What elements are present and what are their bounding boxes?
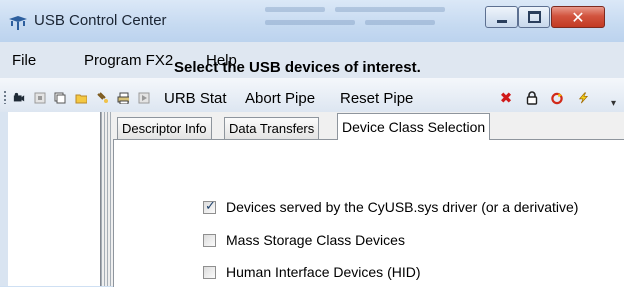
tab-descriptor-info[interactable]: Descriptor Info (117, 117, 212, 139)
device-tree-pane[interactable] (8, 112, 101, 286)
background-window-ghost (255, 0, 455, 40)
tab-device-class-selection[interactable]: Device Class Selection (337, 113, 491, 140)
urb-stat-button[interactable]: URB Stat (164, 90, 227, 107)
lightning-icon[interactable] (577, 92, 589, 104)
menu-program-fx2[interactable]: Program FX2 (84, 52, 173, 69)
close-button[interactable]: ✕ (551, 6, 605, 28)
minimize-button[interactable] (485, 6, 518, 28)
reset-pipe-button[interactable]: Reset Pipe (340, 90, 413, 107)
close-icon: ✕ (571, 7, 585, 27)
lock-icon[interactable] (526, 91, 538, 105)
camera-icon[interactable] (13, 92, 25, 104)
maximize-icon (527, 11, 541, 23)
copy-icon[interactable] (54, 92, 66, 104)
cyusb-checkbox[interactable]: ✓ (203, 199, 216, 214)
usb-app-icon (9, 16, 27, 30)
abort-pipe-button[interactable]: Abort Pipe (245, 90, 315, 107)
panel-heading: Select the USB devices of interest. (174, 59, 421, 76)
play-icon[interactable] (138, 92, 150, 104)
maximize-button[interactable] (518, 6, 550, 28)
toolbar-grip[interactable] (3, 90, 7, 104)
check-mark-icon: ✓ (205, 199, 216, 214)
power-cycle-icon[interactable] (551, 92, 563, 104)
left-edge (0, 112, 8, 286)
search-icon[interactable] (96, 92, 108, 104)
open-folder-icon[interactable] (75, 92, 87, 104)
splitter-handle[interactable] (101, 112, 111, 286)
menu-file[interactable]: File (12, 52, 36, 69)
mass-storage-checkbox[interactable] (203, 234, 216, 247)
cyusb-label[interactable]: Devices served by the CyUSB.sys driver (… (226, 199, 578, 215)
mass-storage-label[interactable]: Mass Storage Class Devices (226, 232, 405, 248)
hid-checkbox[interactable] (203, 266, 216, 279)
tab-data-transfers[interactable]: Data Transfers (224, 117, 320, 139)
title-bar: USB Control Center ✕ (0, 0, 624, 42)
hid-label[interactable]: Human Interface Devices (HID) (226, 264, 421, 280)
print-icon[interactable] (117, 92, 129, 104)
window-title: USB Control Center (34, 12, 167, 29)
toolbar-overflow-icon[interactable]: ▾ (611, 98, 616, 109)
toolbar: URB Stat Abort Pipe Reset Pipe ✖ ▾ (0, 78, 624, 113)
red-x-icon[interactable]: ✖ (500, 91, 513, 106)
stop-icon[interactable] (34, 92, 46, 104)
minimize-icon (496, 19, 507, 23)
